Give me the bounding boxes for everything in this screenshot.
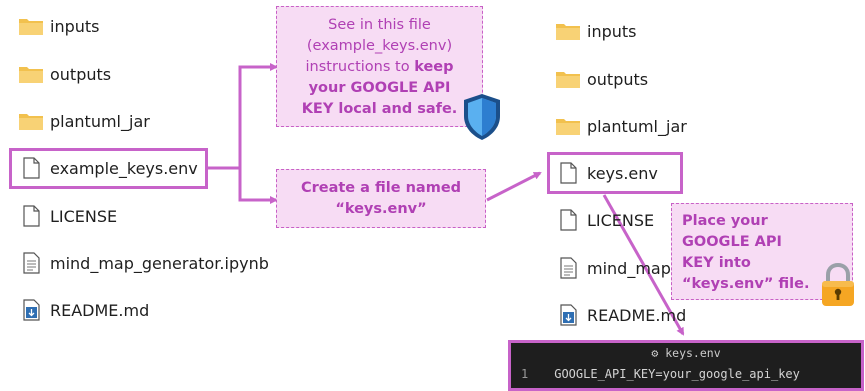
callout-text-bold: keep (414, 59, 454, 75)
callout-text-bold: GOOGLE API (682, 232, 852, 253)
folder-icon (19, 114, 43, 130)
file-name: mind_map_generator.ipynb (50, 253, 269, 273)
callout-text: See in this file (328, 17, 431, 33)
markdown-file-icon (560, 304, 577, 326)
code-text: GOOGLE_API_KEY=your_google_api_key (554, 367, 800, 381)
file-name: plantuml_jar (50, 111, 150, 131)
file-row-outputs[interactable]: outputs (18, 61, 111, 87)
callout-text-bold: KEY local and safe. (301, 101, 458, 117)
shield-icon (464, 94, 500, 140)
callout-text: (example_keys.env) (306, 38, 453, 54)
editor-title: ⚙ keys.env (511, 346, 861, 360)
notebook-file-icon (560, 257, 577, 279)
file-row-inputs[interactable]: inputs (555, 18, 637, 44)
lock-icon (822, 262, 854, 306)
keys-env-highlight (547, 152, 683, 194)
instructions-callout: See in this file (example_keys.env) inst… (276, 6, 483, 127)
callout-text-bold: KEY local and safe. (277, 99, 482, 120)
file-name: README.md (50, 300, 150, 320)
file-row-plantuml-jar[interactable]: plantuml_jar (18, 108, 150, 134)
file-icon (23, 205, 40, 227)
line-number: 1 (521, 367, 529, 381)
callout-text-bold: Create a file named (277, 178, 485, 199)
callout-text-bold: GOOGLE API (682, 234, 782, 250)
file-name: inputs (50, 16, 100, 36)
file-name: README.md (587, 305, 687, 325)
file-name: mind_map (587, 258, 671, 278)
callout-text-bold: your GOOGLE API (308, 80, 451, 96)
file-name: outputs (50, 64, 112, 84)
folder-icon (556, 24, 580, 40)
file-row-readme[interactable]: README.md (18, 297, 149, 323)
file-row-outputs[interactable]: outputs (555, 66, 648, 92)
callout-text-bold: KEY into (682, 255, 751, 271)
file-icon (560, 209, 577, 231)
create-file-callout: Create a file named “keys.env” (276, 169, 486, 228)
callout-text-bold: Place your (682, 213, 768, 229)
callout-text-bold: “keys.env” (335, 201, 427, 217)
callout-text-bold: “keys.env” (277, 199, 485, 220)
file-name: LICENSE (587, 210, 655, 230)
file-row-readme[interactable]: README.md (555, 302, 686, 328)
file-name: inputs (587, 21, 637, 41)
gear-icon: ⚙ (651, 346, 659, 360)
file-row-mind-map-generator[interactable]: mind_map (555, 255, 671, 281)
notebook-file-icon (23, 252, 40, 274)
file-name: LICENSE (50, 206, 118, 226)
code-line[interactable]: 1 GOOGLE_API_KEY=your_google_api_key (521, 367, 800, 381)
file-row-inputs[interactable]: inputs (18, 13, 100, 39)
callout-text-bold: Create a file named (300, 180, 462, 196)
markdown-file-icon (23, 299, 40, 321)
file-row-plantuml-jar[interactable]: plantuml_jar (555, 113, 687, 139)
editor-title-text: keys.env (665, 346, 721, 360)
callout-text-bold: Place your (682, 211, 852, 232)
folder-icon (19, 19, 43, 35)
file-row-license[interactable]: LICENSE (555, 207, 654, 233)
folder-icon (556, 72, 580, 88)
callout-text-plain: instructions to (305, 59, 415, 75)
folder-icon (556, 119, 580, 135)
example-keys-highlight (9, 148, 208, 189)
folder-icon (19, 67, 43, 83)
callout-text: instructions to keep (277, 57, 482, 78)
file-name: plantuml_jar (587, 116, 687, 136)
keys-env-editor: ⚙ keys.env 1 GOOGLE_API_KEY=your_google_a… (508, 340, 864, 391)
file-row-license[interactable]: LICENSE (18, 203, 117, 229)
callout-text-bold: “keys.env” file. (682, 276, 810, 292)
file-name: outputs (587, 69, 649, 89)
file-row-mind-map-generator[interactable]: mind_map_generator.ipynb (18, 250, 269, 276)
callout-text-bold: your GOOGLE API (277, 78, 482, 99)
